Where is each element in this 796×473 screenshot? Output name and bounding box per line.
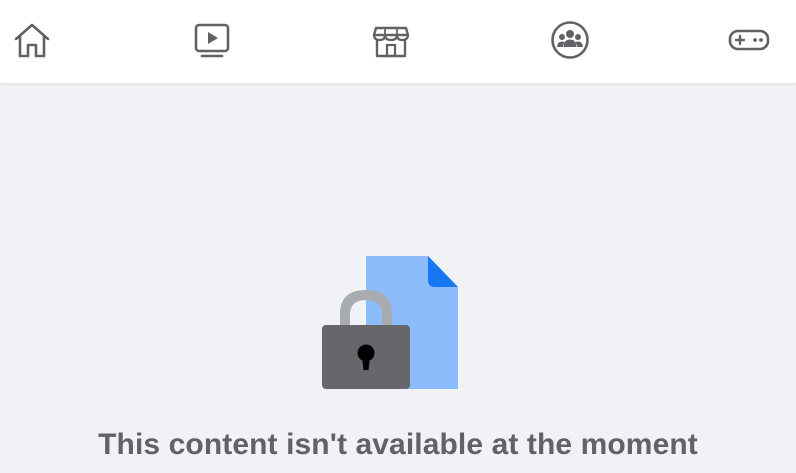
storefront-icon	[372, 26, 410, 58]
unavailable-message: This content isn't available at the mome…	[98, 428, 698, 461]
top-navigation-bar	[0, 0, 796, 84]
nav-home[interactable]	[10, 18, 54, 62]
nav-gaming[interactable]	[727, 18, 771, 62]
video-play-icon	[194, 23, 230, 58]
nav-groups[interactable]	[548, 18, 592, 62]
nav-watch[interactable]	[190, 18, 234, 62]
locked-document-icon	[322, 256, 458, 389]
nav-marketplace[interactable]	[369, 18, 413, 62]
home-icon	[14, 23, 50, 58]
groups-icon	[551, 21, 589, 59]
main-content: This content isn't available at the mome…	[0, 84, 796, 473]
gamepad-icon	[728, 29, 770, 51]
